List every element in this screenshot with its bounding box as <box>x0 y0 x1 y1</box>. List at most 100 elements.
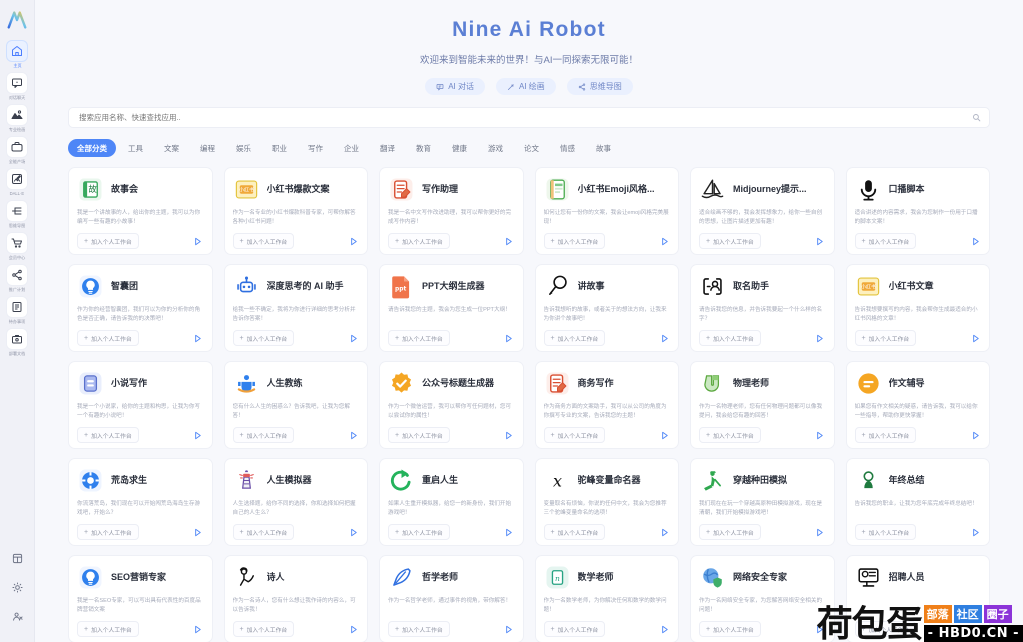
play-arrow-icon[interactable] <box>503 429 515 441</box>
pill-ai-chat[interactable]: AI 对话 <box>425 78 485 95</box>
join-workspace-button[interactable]: + 加入个人工作台 <box>77 233 139 249</box>
play-arrow-icon[interactable] <box>814 429 826 441</box>
play-arrow-icon[interactable] <box>347 332 359 344</box>
join-workspace-button[interactable]: + 加入个人工作台 <box>388 330 450 346</box>
tab-health[interactable]: 健康 <box>443 139 476 157</box>
app-card[interactable]: 商务写作 作为商务方面的文案助手，我可以从公司的角度为你撰写专业的文案，告诉我您的… <box>534 361 679 449</box>
tab-entertainment[interactable]: 娱乐 <box>227 139 260 157</box>
user-account-icon[interactable] <box>6 605 28 627</box>
play-arrow-icon[interactable] <box>192 235 204 247</box>
search-icon[interactable] <box>970 111 983 124</box>
sidebar-item-drawing[interactable]: 专业绘画 <box>0 104 34 132</box>
play-arrow-icon[interactable] <box>658 429 670 441</box>
tab-games[interactable]: 游戏 <box>479 139 512 157</box>
grid-apps-icon[interactable] <box>6 547 28 569</box>
join-workspace-button[interactable]: + 加入个人工作台 <box>232 427 295 443</box>
play-arrow-icon[interactable] <box>503 332 515 344</box>
app-card[interactable]: 写作助理 我是一名中文写作改进助理，我可以帮你更好的完成写作内容！ + 加入个人工作台 <box>379 167 524 255</box>
join-workspace-button[interactable]: + 加入个人工作台 <box>388 233 450 249</box>
join-workspace-button[interactable]: + 加入个人工作台 <box>232 330 295 346</box>
play-arrow-icon[interactable] <box>192 526 204 538</box>
play-arrow-icon[interactable] <box>658 332 670 344</box>
tab-story[interactable]: 故事 <box>587 139 620 157</box>
search-input[interactable] <box>68 107 990 128</box>
tab-career[interactable]: 职业 <box>263 139 296 157</box>
app-card[interactable]: n 数学老师 作为一名数学老师，为你解决任何和数学的数学问题！ + 加入个人工作台 <box>534 555 679 642</box>
tab-thesis[interactable]: 论文 <box>515 139 548 157</box>
join-workspace-button[interactable]: + 加入个人工作台 <box>543 233 606 249</box>
sun-theme-icon[interactable] <box>6 576 28 598</box>
sidebar-item-market[interactable]: 全能产场 <box>0 136 34 164</box>
play-arrow-icon[interactable] <box>814 235 826 247</box>
play-arrow-icon[interactable] <box>658 235 670 247</box>
app-card[interactable]: 诗人 作为一名诗人，您有什么想让我作诗的内容么，可以告诉我！ + 加入个人工作台 <box>223 555 368 642</box>
app-card[interactable]: 小红书 小红书爆款文案 作为一名专业的小红书爆款科普专家，可帮你解答各种小红书问题！… <box>223 167 368 255</box>
join-workspace-button[interactable]: + 加入个人工作台 <box>854 233 917 249</box>
app-card[interactable]: ppt PPT大纲生成器 请告诉我您的主题，我会为您生成一位PPT大纲！ + 加入个人工… <box>379 264 524 352</box>
join-workspace-button[interactable]: + 加入个人工作台 <box>77 524 139 540</box>
app-card[interactable]: 口播脚本 适合讲述的内容需求，我会为您制作一份用于口播的脚本文案！ + 加入个人工作台 <box>845 167 990 255</box>
app-card[interactable]: 人生教练 您有什么人生的困惑么？告诉我吧，让我为您解答！ + 加入个人工作台 <box>223 361 368 449</box>
join-workspace-button[interactable]: + 加入个人工作台 <box>232 524 295 540</box>
app-card[interactable]: 小说写作 我是一个小说家，给你的主题和构思，让我为你写一个有趣的小说吧！ + 加入个人… <box>68 361 213 449</box>
join-workspace-button[interactable]: + 加入个人工作台 <box>699 427 761 443</box>
play-arrow-icon[interactable] <box>192 623 204 635</box>
play-arrow-icon[interactable] <box>347 526 359 538</box>
join-workspace-button[interactable]: + 加入个人工作台 <box>854 330 917 346</box>
tab-all[interactable]: 全部分类 <box>68 139 116 157</box>
join-workspace-button[interactable]: + 加入个人工作台 <box>699 330 761 346</box>
play-arrow-icon[interactable] <box>503 235 515 247</box>
app-card[interactable]: 网络安全专家 作为一名网络安全专家，为您解答网络安全相关的问题！ + 加入个人工作台 <box>690 555 835 642</box>
nine-ai-logo[interactable] <box>5 8 29 32</box>
app-card[interactable]: 取名助手 请告诉我您的信息，并告诉我要起一个什么样的名字？ + 加入个人工作台 <box>690 264 835 352</box>
sidebar-item-todo[interactable]: 待办事项 <box>0 296 34 324</box>
tab-copywriting[interactable]: 文案 <box>155 139 188 157</box>
sidebar-item-docs[interactable]: 部署文档 <box>0 328 34 356</box>
play-arrow-icon[interactable] <box>347 623 359 635</box>
app-card[interactable]: 深度思考的 AI 助手 给我一些不确定，我将为你进行详细的思考分析并告诉你答案！ +… <box>223 264 368 352</box>
tab-tools[interactable]: 工具 <box>119 139 152 157</box>
play-arrow-icon[interactable] <box>814 623 826 635</box>
play-arrow-icon[interactable] <box>192 429 204 441</box>
join-workspace-button[interactable]: + 加入个人工作台 <box>543 330 606 346</box>
play-arrow-icon[interactable] <box>503 526 515 538</box>
play-arrow-icon[interactable] <box>969 429 981 441</box>
join-workspace-button[interactable]: + 加入个人工作台 <box>543 524 606 540</box>
join-workspace-button[interactable]: + 加入个人工作台 <box>699 524 761 540</box>
play-arrow-icon[interactable] <box>969 526 981 538</box>
join-workspace-button[interactable]: + 加入个人工作台 <box>77 330 139 346</box>
app-card[interactable]: SEO营销专家 我是一名SEO专家，可以写出具有代表性的百度品牌营销文案 + 加入个人… <box>68 555 213 642</box>
tab-translation[interactable]: 翻译 <box>371 139 404 157</box>
app-card[interactable]: 穿越种田模拟 我们现在在玩一个穿越高原种田模拟游戏，现在是清朝，我们开始模拟游戏吧… <box>690 458 835 546</box>
app-card[interactable]: 招聘人员 + 加入个人工作台 <box>845 555 990 642</box>
join-workspace-button[interactable]: + 加入个人工作台 <box>77 427 139 443</box>
tab-emotion[interactable]: 情感 <box>551 139 584 157</box>
join-workspace-button[interactable]: + 加入个人工作台 <box>699 233 761 249</box>
play-arrow-icon[interactable] <box>969 623 981 635</box>
sidebar-item-promotion[interactable]: 推广计划 <box>0 264 34 292</box>
sidebar-item-membership[interactable]: 会员中心 <box>0 232 34 260</box>
join-workspace-button[interactable]: + 加入个人工作台 <box>854 621 917 637</box>
app-card[interactable]: 故 故事会 我是一个讲故事的人，给出你的主题，我可以为你编写一些有趣的小故事！ + 加入… <box>68 167 213 255</box>
app-card[interactable]: 年终总结 告诉我您的职业，让我为您年底完成年终总结吧！ + 加入个人工作台 <box>845 458 990 546</box>
join-workspace-button[interactable]: + 加入个人工作台 <box>388 524 450 540</box>
tab-writing[interactable]: 写作 <box>299 139 332 157</box>
join-workspace-button[interactable]: + 加入个人工作台 <box>388 621 450 637</box>
play-arrow-icon[interactable] <box>658 623 670 635</box>
app-card[interactable]: 物理老师 作为一名物理老师，您有任何物理问题都可以像我提问，我会给您有趣的回答！ +… <box>690 361 835 449</box>
sidebar-item-dalle[interactable]: DALL·E <box>0 168 34 196</box>
app-card[interactable]: 公众号标题生成器 作为一个微信运营，我可以帮你写任何题材，您可以尝试你的属性！ + 加… <box>379 361 524 449</box>
join-workspace-button[interactable]: + 加入个人工作台 <box>232 621 295 637</box>
tab-programming[interactable]: 编程 <box>191 139 224 157</box>
tab-education[interactable]: 教育 <box>407 139 440 157</box>
app-card[interactable]: Midjourney提示... 适合绘画不够的，我会发挥想象力，给你一些自创的思想… <box>690 167 835 255</box>
app-card[interactable]: 作文辅导 如果您有作文相关的疑惑，请告诉我，我可以给你一些指导，帮助你更快掌握！ +… <box>845 361 990 449</box>
play-arrow-icon[interactable] <box>192 332 204 344</box>
join-workspace-button[interactable]: + 加入个人工作台 <box>854 427 917 443</box>
join-workspace-button[interactable]: + 加入个人工作台 <box>854 524 917 540</box>
app-card[interactable]: x 驼峰变量命名器 变量取名有烦恼，你说的任何中文，我会为您推荐三个驼峰变量命名的选… <box>534 458 679 546</box>
app-card[interactable]: 小红书Emoji风格... 如何让您有一份你的文案，我会让emoji风格完美展现！… <box>534 167 679 255</box>
join-workspace-button[interactable]: + 加入个人工作台 <box>543 621 606 637</box>
join-workspace-button[interactable]: + 加入个人工作台 <box>543 427 606 443</box>
pill-ai-drawing[interactable]: AI 绘画 <box>496 78 556 95</box>
